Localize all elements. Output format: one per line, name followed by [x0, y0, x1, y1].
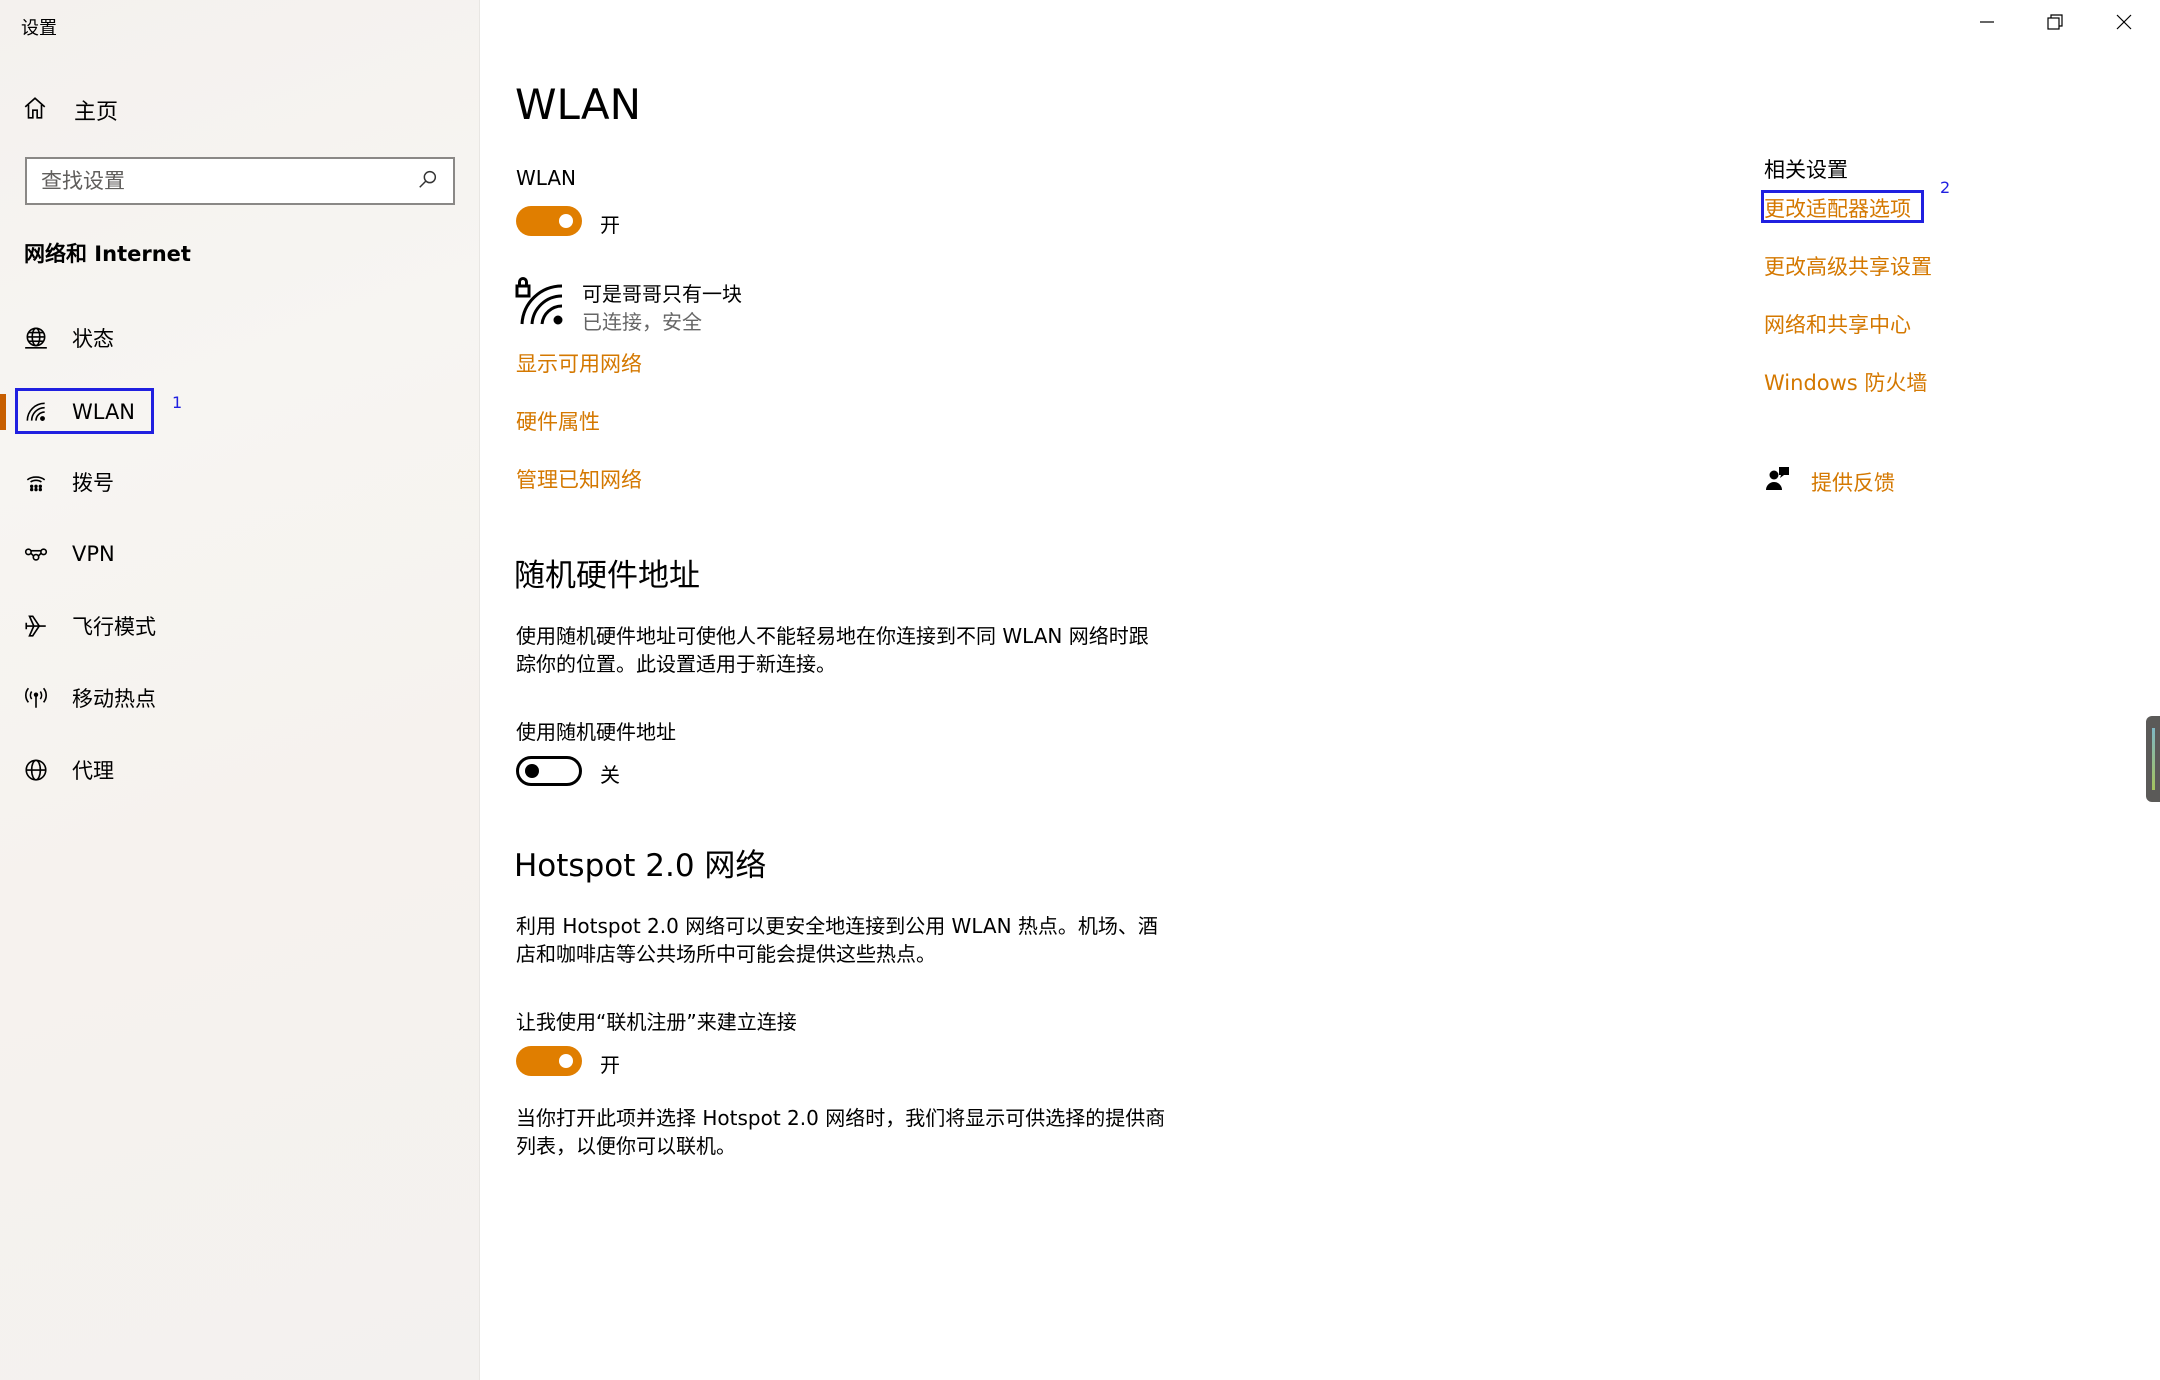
toggle-knob — [559, 1054, 573, 1068]
page-title: WLAN — [515, 80, 642, 129]
random-mac-toggle[interactable] — [516, 756, 582, 786]
sidebar-home-label: 主页 — [74, 100, 119, 125]
manage-known-networks-link[interactable]: 管理已知网络 — [516, 464, 642, 494]
desc-line: 利用 Hotspot 2.0 网络可以更安全地连接到公用 WLAN 热点。机场、… — [516, 914, 1158, 938]
show-available-networks-link[interactable]: 显示可用网络 — [516, 348, 642, 378]
search-box[interactable] — [25, 157, 455, 205]
minimize-button[interactable] — [1953, 0, 2021, 48]
desc-line: 店和咖啡店等公共场所中可能会提供这些热点。 — [516, 942, 936, 966]
sidebar-item-vpn[interactable]: VPN — [0, 528, 480, 580]
secure-wifi-icon[interactable] — [514, 272, 566, 328]
network-name[interactable]: 可是哥哥只有一块 — [582, 278, 742, 307]
sidebar: 设置 主页 网络和 Internet 状态 — [0, 0, 480, 1380]
feedback-link[interactable]: 提供反馈 — [1811, 467, 1895, 497]
network-status: 已连接，安全 — [582, 310, 702, 334]
hotspot20-heading: Hotspot 2.0 网络 — [514, 848, 767, 884]
marker-number: 2 — [1940, 178, 1951, 197]
sidebar-item-hotspot[interactable]: 移动热点 — [0, 672, 480, 724]
sidebar-item-label: 状态 — [72, 327, 114, 351]
sidebar-item-label: VPN — [72, 542, 115, 566]
app-title: 设置 — [21, 18, 57, 39]
hotspot20-description: 利用 Hotspot 2.0 网络可以更安全地连接到公用 WLAN 热点。机场、… — [516, 912, 1196, 968]
sidebar-item-label: 代理 — [72, 759, 114, 783]
random-mac-description: 使用随机硬件地址可使他人不能轻易地在你连接到不同 WLAN 网络时跟 踪你的位置… — [516, 622, 1196, 678]
wlan-toggle-state: 开 — [600, 213, 620, 237]
windows-firewall-link[interactable]: Windows 防火墙 — [1764, 367, 1927, 397]
sidebar-item-label: 拨号 — [72, 471, 114, 495]
wlan-toggle[interactable] — [516, 206, 582, 236]
random-mac-heading: 随机硬件地址 — [514, 558, 700, 594]
close-button[interactable] — [2090, 0, 2158, 48]
sidebar-item-proxy[interactable]: 代理 — [0, 744, 480, 796]
dialup-icon — [22, 468, 50, 496]
search-input[interactable] — [41, 169, 417, 193]
search-icon[interactable] — [417, 168, 439, 194]
wlan-toggle-label: WLAN — [516, 166, 577, 190]
sidebar-item-label: WLAN — [72, 400, 136, 424]
close-icon — [2115, 13, 2133, 35]
hotspot20-toggle-state: 开 — [600, 1053, 620, 1077]
desc-line: 使用随机硬件地址可使他人不能轻易地在你连接到不同 WLAN 网络时跟 — [516, 624, 1149, 648]
hardware-properties-link[interactable]: 硬件属性 — [516, 406, 600, 436]
sidebar-home[interactable]: 主页 — [22, 92, 462, 128]
note-line: 当你打开此项并选择 Hotspot 2.0 网络时，我们将显示可供选择的提供商 — [516, 1106, 1166, 1130]
sidebar-item-airplane[interactable]: 飞行模式 — [0, 600, 480, 652]
hotspot20-note: 当你打开此项并选择 Hotspot 2.0 网络时，我们将显示可供选择的提供商 … — [516, 1104, 1196, 1160]
change-adapter-options-link[interactable]: 更改适配器选项 — [1764, 193, 1911, 223]
related-settings-title: 相关设置 — [1764, 158, 1848, 182]
note-line: 列表，以便你可以联机。 — [516, 1134, 736, 1158]
minimize-icon — [1978, 13, 1996, 35]
sidebar-item-dialup[interactable]: 拨号 — [0, 456, 480, 508]
toggle-knob — [525, 764, 539, 778]
home-icon — [22, 95, 48, 125]
random-mac-toggle-label: 使用随机硬件地址 — [516, 720, 676, 744]
airplane-icon — [22, 612, 50, 640]
hotspot20-toggle-label: 让我使用“联机注册”来建立连接 — [516, 1010, 797, 1034]
restore-button[interactable] — [2021, 0, 2089, 48]
wifi-icon — [22, 398, 50, 426]
sidebar-item-status[interactable]: 状态 — [0, 312, 480, 364]
sidebar-item-wlan[interactable]: WLAN — [0, 386, 480, 438]
desc-line: 踪你的位置。此设置适用于新连接。 — [516, 652, 836, 676]
globe-status-icon — [22, 324, 50, 352]
active-indicator — [0, 394, 6, 430]
toggle-knob — [559, 214, 573, 228]
restore-icon — [2046, 13, 2064, 35]
scrollbar-thumb[interactable] — [2146, 716, 2160, 802]
random-mac-toggle-state: 关 — [600, 763, 620, 787]
sidebar-item-label: 移动热点 — [72, 687, 156, 711]
section-title: 网络和 Internet — [24, 242, 191, 266]
marker-number: 1 — [172, 393, 183, 412]
hotspot-icon — [22, 684, 50, 712]
feedback-icon — [1764, 466, 1790, 492]
vpn-icon — [22, 540, 50, 568]
advanced-sharing-link[interactable]: 更改高级共享设置 — [1764, 251, 1932, 281]
network-sharing-center-link[interactable]: 网络和共享中心 — [1764, 309, 1911, 339]
hotspot20-toggle[interactable] — [516, 1046, 582, 1076]
sidebar-item-label: 飞行模式 — [72, 615, 156, 639]
proxy-globe-icon — [22, 756, 50, 784]
